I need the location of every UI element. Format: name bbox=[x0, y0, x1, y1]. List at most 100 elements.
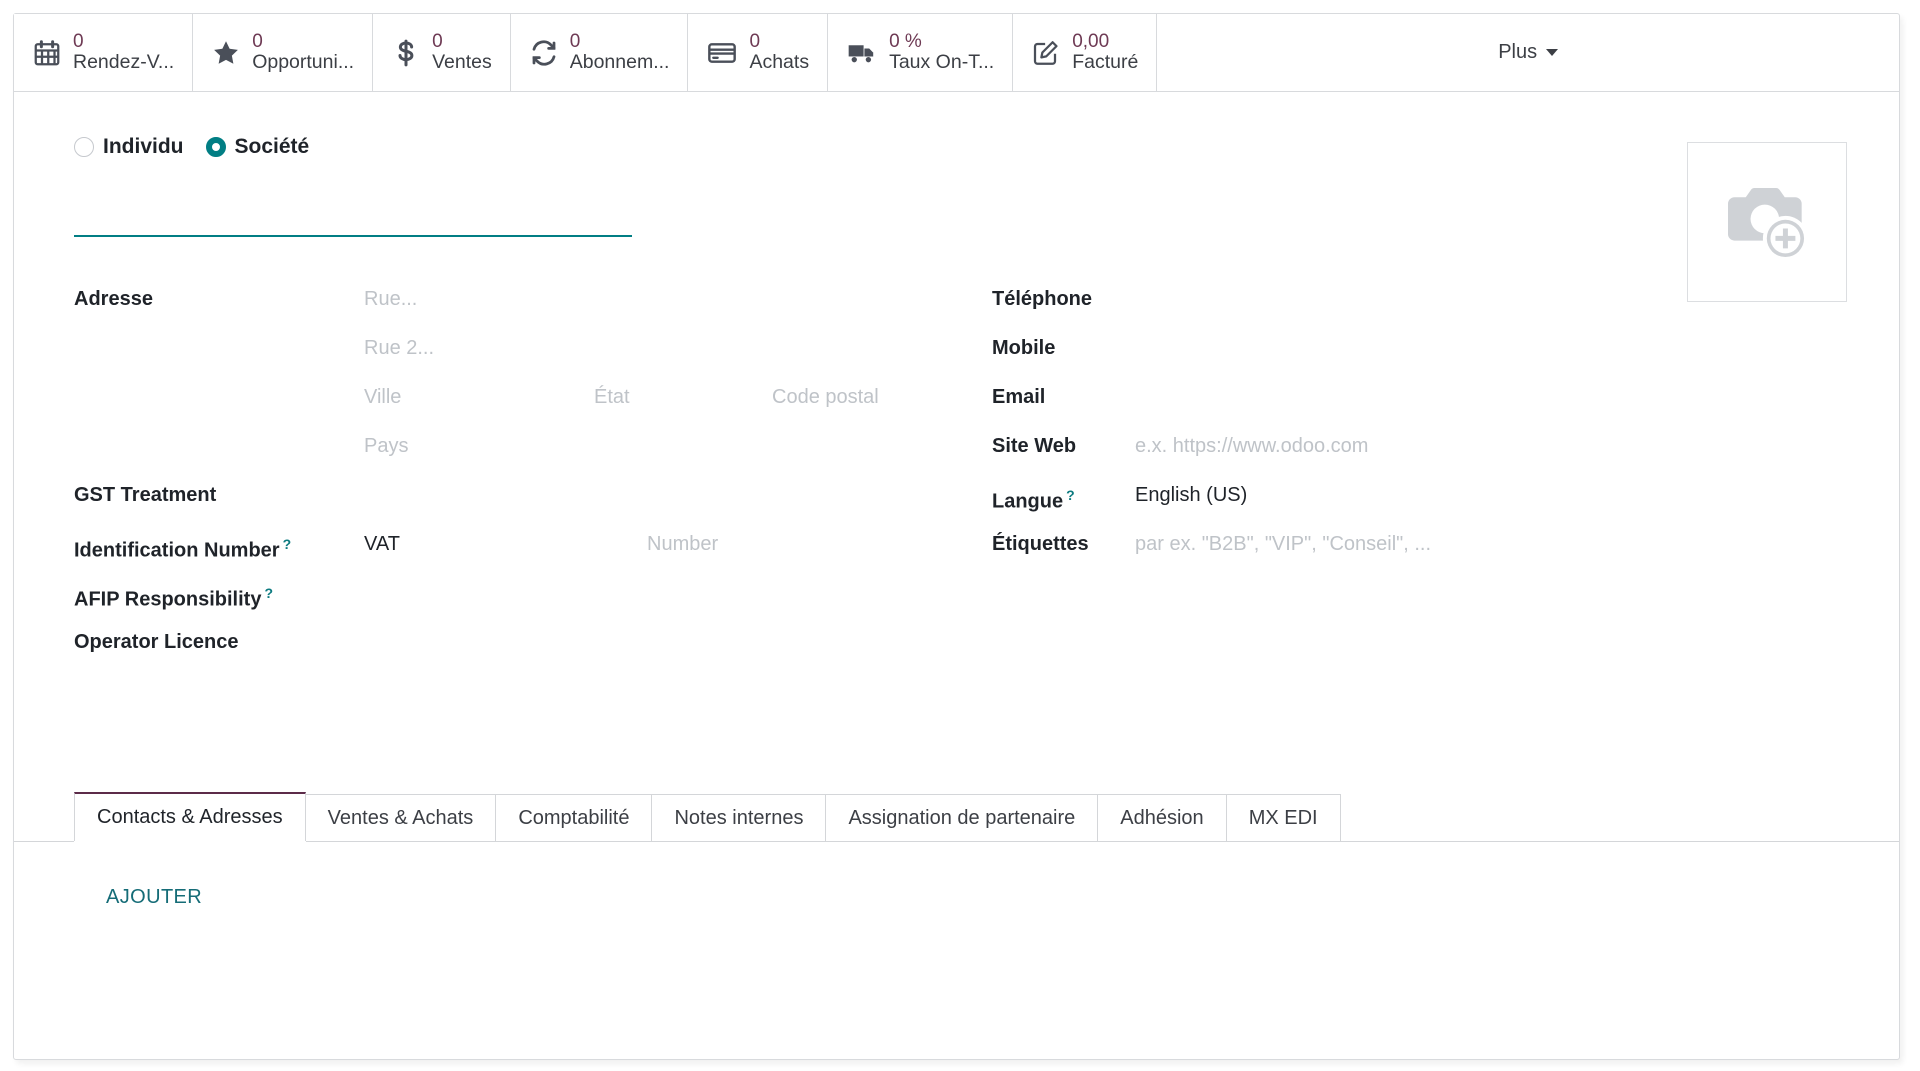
field-operator-licence: Operator Licence bbox=[74, 628, 992, 677]
identification-number-inputs: VAT Number bbox=[364, 530, 992, 558]
stat-label: Abonnem... bbox=[570, 52, 670, 74]
radio-option-societe[interactable]: Société bbox=[206, 135, 310, 159]
stat-text: 0 Achats bbox=[749, 31, 809, 74]
language-label-text: Langue bbox=[992, 491, 1063, 513]
stat-text: 0 Ventes bbox=[432, 31, 492, 74]
field-columns: Adresse Rue... Rue 2... Ville bbox=[74, 285, 1847, 677]
stat-text: 0 % Taux On-T... bbox=[889, 31, 994, 74]
identification-number-label-text: Identification Number bbox=[74, 540, 280, 562]
address-street-row[interactable]: Rue... bbox=[364, 285, 992, 334]
stat-button-sales[interactable]: 0 Ventes bbox=[373, 14, 511, 91]
tab-pane-contacts-adresses: AJOUTER bbox=[14, 842, 1899, 909]
address-zip-placeholder[interactable]: Code postal bbox=[772, 383, 992, 411]
stat-value: 0 bbox=[252, 31, 354, 52]
stat-value: 0,00 bbox=[1072, 31, 1138, 52]
stat-text: 0,00 Facturé bbox=[1072, 31, 1138, 74]
field-address: Adresse Rue... Rue 2... Ville bbox=[74, 285, 992, 481]
help-icon[interactable]: ? bbox=[1066, 487, 1075, 503]
tab-assignation-de-partenaire[interactable]: Assignation de partenaire bbox=[825, 794, 1098, 841]
help-icon[interactable]: ? bbox=[283, 536, 292, 552]
stat-button-opportunities[interactable]: 0 Opportuni... bbox=[193, 14, 373, 91]
tags-input[interactable]: par ex. "B2B", "VIP", "Conseil", ... bbox=[1135, 530, 1847, 558]
camera-add-icon bbox=[1715, 168, 1819, 277]
address-country-placeholder[interactable]: Pays bbox=[364, 432, 408, 460]
tab-comptabilite[interactable]: Comptabilité bbox=[495, 794, 652, 841]
radio-option-individu[interactable]: Individu bbox=[74, 135, 184, 159]
radio-label: Individu bbox=[103, 135, 184, 159]
field-label-language: Langue? bbox=[992, 481, 1135, 516]
field-mobile: Mobile bbox=[992, 334, 1847, 383]
field-label-website: Site Web bbox=[992, 432, 1135, 460]
stat-text: 0 Rendez-V... bbox=[73, 31, 174, 74]
stat-button-invoiced[interactable]: 0,00 Facturé bbox=[1013, 14, 1157, 91]
website-placeholder[interactable]: e.x. https://www.odoo.com bbox=[1135, 432, 1368, 460]
pencil-square-icon bbox=[1031, 38, 1061, 68]
field-label-tags: Étiquettes bbox=[992, 530, 1135, 558]
avatar-upload-box[interactable] bbox=[1687, 142, 1847, 302]
identification-type-value[interactable]: VAT bbox=[364, 530, 647, 558]
field-language: Langue? English (US) bbox=[992, 481, 1847, 530]
stat-label: Taux On-T... bbox=[889, 52, 994, 74]
field-gst-treatment: GST Treatment bbox=[74, 481, 992, 530]
radio-circle-icon bbox=[74, 137, 94, 157]
field-afip-responsibility: AFIP Responsibility? bbox=[74, 579, 992, 628]
tab-notes-internes[interactable]: Notes internes bbox=[651, 794, 826, 841]
stat-value: 0 bbox=[73, 31, 174, 52]
tab-contacts-adresses[interactable]: Contacts & Adresses bbox=[74, 792, 306, 841]
stat-label: Opportuni... bbox=[252, 52, 354, 74]
stat-label: Ventes bbox=[432, 52, 492, 74]
address-street2-row[interactable]: Rue 2... bbox=[364, 334, 992, 383]
stat-label: Rendez-V... bbox=[73, 52, 174, 74]
refresh-icon bbox=[529, 38, 559, 68]
address-lines: Rue... Rue 2... Ville État Code postal bbox=[364, 285, 992, 481]
add-contact-button[interactable]: AJOUTER bbox=[106, 886, 202, 909]
radio-label: Société bbox=[235, 135, 310, 159]
stat-button-purchases[interactable]: 0 Achats bbox=[688, 14, 828, 91]
stat-text: 0 Opportuni... bbox=[252, 31, 354, 74]
star-icon bbox=[211, 38, 241, 68]
tags-placeholder[interactable]: par ex. "B2B", "VIP", "Conseil", ... bbox=[1135, 530, 1431, 558]
partner-type-radio-group: Individu Société bbox=[74, 135, 1847, 159]
stat-label: Achats bbox=[749, 52, 809, 74]
notebook: Contacts & Adresses Ventes & Achats Comp… bbox=[14, 786, 1899, 1059]
stat-label: Facturé bbox=[1072, 52, 1138, 74]
radio-circle-selected-icon bbox=[206, 137, 226, 157]
field-label-identification-number: Identification Number? bbox=[74, 530, 364, 565]
website-input[interactable]: e.x. https://www.odoo.com bbox=[1135, 432, 1847, 460]
company-name-input[interactable] bbox=[74, 195, 632, 237]
notebook-tab-list: Contacts & Adresses Ventes & Achats Comp… bbox=[14, 786, 1899, 842]
stat-button-subscriptions[interactable]: 0 Abonnem... bbox=[511, 14, 689, 91]
address-street2-placeholder[interactable]: Rue 2... bbox=[364, 334, 434, 362]
tab-adhesion[interactable]: Adhésion bbox=[1097, 794, 1226, 841]
address-city-placeholder[interactable]: Ville bbox=[364, 383, 594, 411]
more-label: Plus bbox=[1498, 41, 1537, 64]
address-city-state-zip-row: Ville État Code postal bbox=[364, 383, 992, 432]
stat-button-bar: 0 Rendez-V... 0 Opportuni... bbox=[14, 14, 1899, 92]
field-label-operator-licence: Operator Licence bbox=[74, 628, 364, 656]
language-value: English (US) bbox=[1135, 481, 1247, 509]
stat-value: 0 bbox=[432, 31, 492, 52]
stat-button-on-time-rate[interactable]: 0 % Taux On-T... bbox=[828, 14, 1013, 91]
dollar-icon bbox=[391, 38, 421, 68]
identification-number-placeholder[interactable]: Number bbox=[647, 530, 718, 558]
address-street-placeholder[interactable]: Rue... bbox=[364, 285, 417, 313]
contact-form-card: 0 Rendez-V... 0 Opportuni... bbox=[13, 13, 1900, 1060]
tab-mx-edi[interactable]: MX EDI bbox=[1226, 794, 1341, 841]
truck-icon bbox=[846, 37, 878, 69]
language-select[interactable]: English (US) bbox=[1135, 481, 1847, 509]
stat-text: 0 Abonnem... bbox=[570, 31, 670, 74]
left-field-column: Adresse Rue... Rue 2... Ville bbox=[74, 285, 992, 677]
address-state-placeholder[interactable]: État bbox=[594, 383, 772, 411]
credit-card-icon bbox=[706, 37, 738, 69]
field-label-address: Adresse bbox=[74, 285, 364, 313]
more-stat-buttons-dropdown[interactable]: Plus bbox=[1157, 14, 1899, 91]
field-email: Email bbox=[992, 383, 1847, 432]
tab-ventes-achats[interactable]: Ventes & Achats bbox=[305, 794, 497, 841]
stat-value: 0 bbox=[570, 31, 670, 52]
stat-button-appointments[interactable]: 0 Rendez-V... bbox=[14, 14, 193, 91]
help-icon[interactable]: ? bbox=[264, 585, 273, 601]
address-country-row[interactable]: Pays bbox=[364, 432, 992, 481]
field-tags: Étiquettes par ex. "B2B", "VIP", "Consei… bbox=[992, 530, 1847, 579]
field-label-gst-treatment: GST Treatment bbox=[74, 481, 364, 509]
field-label-email: Email bbox=[992, 383, 1135, 411]
